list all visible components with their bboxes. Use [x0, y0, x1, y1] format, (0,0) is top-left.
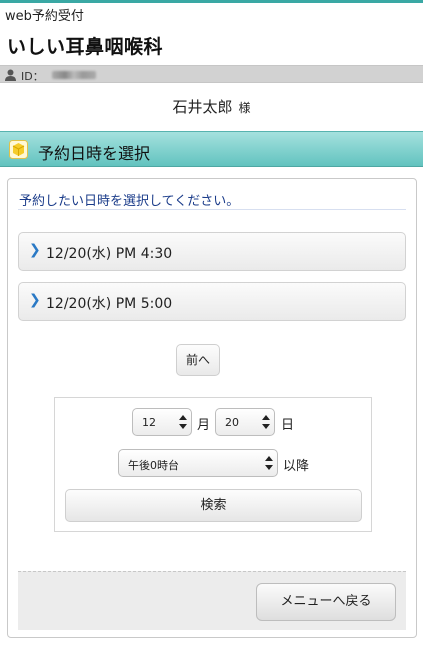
instruction-divider	[18, 209, 406, 210]
clinic-name: いしい耳鼻咽喉科	[7, 36, 164, 58]
day-select[interactable]: 20	[215, 408, 275, 436]
user-honorific: 様	[238, 101, 251, 115]
user-icon	[5, 69, 16, 81]
top-accent-line	[0, 0, 423, 3]
instruction-text: 予約したい日時を選択してください。	[19, 194, 240, 209]
month-unit-label: 月	[197, 418, 211, 433]
day-select-value: 20	[225, 416, 239, 429]
day-unit-label: 日	[281, 418, 295, 433]
time-slot-label: 12/20(水) PM 4:30	[46, 246, 173, 262]
cube-icon	[9, 140, 28, 159]
user-greeting: 石井太郎様	[0, 96, 423, 117]
select-arrows-icon	[262, 415, 270, 429]
time-slot-label: 12/20(水) PM 5:00	[46, 296, 173, 312]
month-select[interactable]: 12	[132, 408, 192, 436]
search-button[interactable]: 検索	[65, 489, 362, 522]
user-name: 石井太郎	[172, 98, 233, 116]
time-unit-label: 以降	[283, 459, 310, 474]
back-to-menu-button[interactable]: メニューへ戻る	[256, 583, 396, 621]
service-label: web予約受付	[5, 9, 84, 24]
select-arrows-icon	[265, 456, 273, 470]
section-header: 予約日時を選択	[0, 131, 423, 167]
month-select-value: 12	[142, 416, 156, 429]
chevron-right-icon: ❯	[29, 292, 41, 308]
id-label: ID：	[21, 70, 44, 83]
prev-button[interactable]: 前へ	[176, 344, 220, 376]
time-slot-button[interactable]: ❯ 12/20(水) PM 4:30	[18, 232, 406, 271]
time-select[interactable]: 午後0時台	[118, 449, 278, 477]
footer-bar: メニューへ戻る	[18, 571, 406, 630]
id-value-redacted	[52, 71, 96, 79]
reservation-card: 予約したい日時を選択してください。 ❯ 12/20(水) PM 4:30 ❯ 1…	[7, 178, 417, 638]
id-bar: ID：	[0, 65, 423, 83]
date-search-panel: 12 月 20 日 午後0時台 以降 検索	[54, 397, 372, 532]
time-select-value: 午後0時台	[128, 459, 179, 472]
select-arrows-icon	[179, 415, 187, 429]
section-title: 予約日時を選択	[38, 144, 151, 163]
chevron-right-icon: ❯	[29, 242, 41, 258]
time-slot-button[interactable]: ❯ 12/20(水) PM 5:00	[18, 282, 406, 321]
